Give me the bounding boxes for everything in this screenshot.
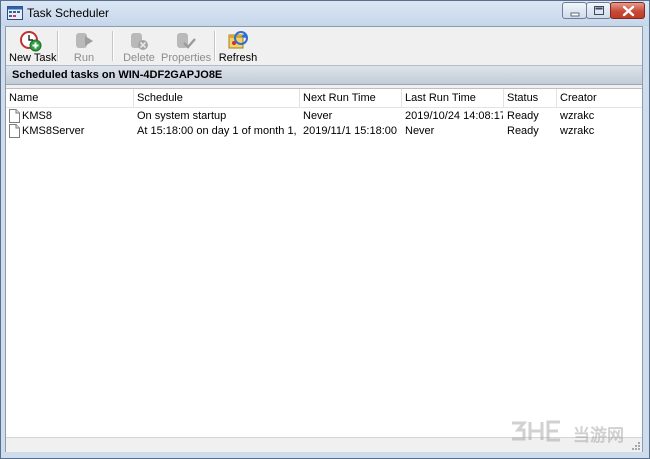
watermark-text: 当游网 — [573, 426, 624, 446]
maximize-button[interactable] — [586, 2, 611, 19]
task-next-run-time: 2019/11/1 15:18:00 — [303, 125, 397, 137]
run-arrow-icon — [76, 33, 93, 48]
task-creator: wzrakc — [560, 110, 595, 122]
new-task-button[interactable]: New Task — [9, 28, 57, 64]
task-next-run-time: Never — [303, 110, 333, 122]
window-title: Task Scheduler — [27, 6, 110, 20]
scheduled-tasks-title: Scheduled tasks on WIN-4DF2GAPJO8E — [12, 69, 223, 81]
task-last-run-time: Never — [405, 125, 435, 137]
task-file-icon — [9, 124, 20, 138]
delete-icon — [131, 33, 148, 50]
maximize-icon — [594, 6, 604, 15]
refresh-button[interactable]: Refresh — [218, 28, 258, 64]
close-icon — [622, 5, 635, 17]
watermark: 当游网 — [509, 418, 639, 446]
task-name: KMS8Server — [22, 125, 85, 137]
column-header-next-run-time[interactable]: Next Run Time — [300, 89, 402, 107]
table-row[interactable]: KMS8 On system startup Never 2019/10/24 … — [6, 109, 642, 124]
new-task-clock-plus-icon — [20, 31, 42, 52]
client-area: New Task Run Delete Properties Refresh S… — [5, 26, 643, 452]
column-header-schedule[interactable]: Schedule — [134, 89, 300, 107]
toolbar-separator — [214, 31, 216, 61]
scheduled-tasks-header: Scheduled tasks on WIN-4DF2GAPJO8E — [6, 65, 642, 85]
task-status: Ready — [507, 125, 539, 137]
refresh-label: Refresh — [218, 52, 258, 64]
delete-button[interactable]: Delete — [117, 28, 161, 64]
run-button[interactable]: Run — [62, 28, 106, 64]
task-status: Ready — [507, 110, 539, 122]
task-scheduler-icon — [7, 6, 23, 20]
title-bar[interactable]: Task Scheduler — [1, 1, 649, 26]
task-name: KMS8 — [22, 110, 52, 122]
run-label: Run — [73, 52, 95, 64]
properties-label: Properties — [161, 52, 212, 64]
task-list[interactable]: Name Schedule Next Run Time Last Run Tim… — [6, 88, 642, 438]
task-schedule: At 15:18:00 on day 1 of month 1, 2... — [137, 125, 297, 137]
column-header-name[interactable]: Name — [6, 89, 134, 107]
task-schedule: On system startup — [137, 110, 227, 122]
close-button[interactable] — [610, 2, 645, 19]
properties-check-icon — [177, 33, 196, 49]
task-scheduler-window: Task Scheduler New Task Run Delete Prope… — [0, 0, 650, 459]
new-task-label: New Task — [9, 52, 57, 64]
3he-logo — [512, 420, 560, 442]
delete-label: Delete — [123, 52, 155, 64]
minimize-button[interactable] — [562, 2, 587, 19]
task-creator: wzrakc — [560, 125, 595, 137]
column-header-creator[interactable]: Creator — [557, 89, 642, 107]
task-last-run-time: 2019/10/24 14:08:17 — [405, 110, 503, 122]
toolbar: New Task Run Delete Properties Refresh — [6, 27, 642, 65]
task-file-icon — [9, 109, 20, 123]
refresh-icon — [228, 31, 248, 49]
list-header: Name Schedule Next Run Time Last Run Tim… — [6, 89, 642, 108]
minimize-icon — [570, 12, 580, 17]
toolbar-separator — [57, 31, 59, 61]
column-header-status[interactable]: Status — [504, 89, 557, 107]
toolbar-separator — [112, 31, 114, 61]
table-row[interactable]: KMS8Server At 15:18:00 on day 1 of month… — [6, 124, 642, 139]
column-header-last-run-time[interactable]: Last Run Time — [402, 89, 504, 107]
properties-button[interactable]: Properties — [161, 28, 212, 64]
